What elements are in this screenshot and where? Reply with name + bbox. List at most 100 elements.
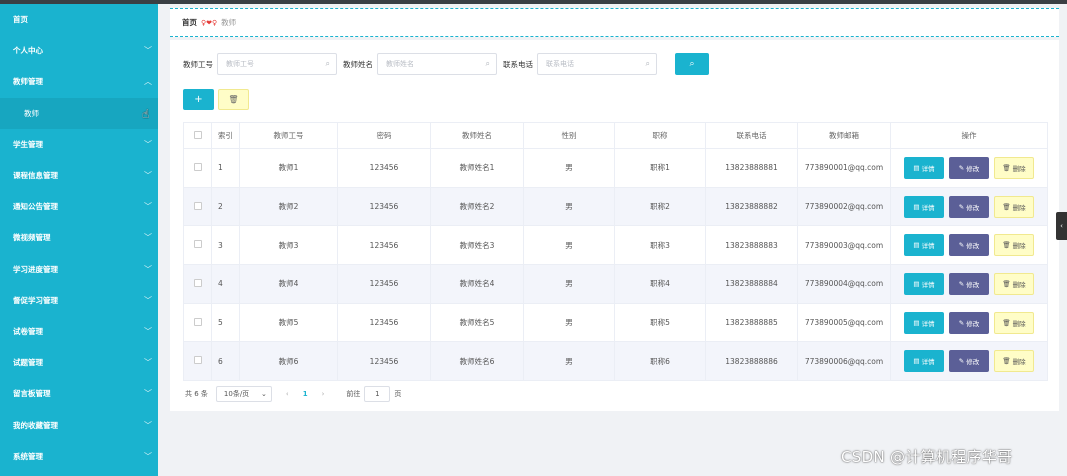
header-teacher-name[interactable]: 教师姓名 bbox=[430, 122, 524, 149]
cell-phone: 13823888885 bbox=[705, 302, 798, 343]
edit-button[interactable]: ✎ 修改 bbox=[949, 350, 989, 373]
delete-label: 删除 bbox=[1012, 164, 1026, 173]
sidebar-item[interactable]: 学习进度管理 ﹀ bbox=[0, 254, 158, 285]
cell-teacher-name: 教师姓名6 bbox=[430, 341, 524, 382]
row-checkbox[interactable] bbox=[193, 201, 202, 210]
edit-label: 修改 bbox=[966, 203, 980, 212]
cell-teacher-name: 教师姓名4 bbox=[430, 264, 524, 304]
sidebar-item[interactable]: 试卷管理 ﹀ bbox=[0, 316, 158, 347]
page-size-select[interactable]: 10条/页 ⌄ bbox=[215, 386, 272, 402]
batch-delete-button[interactable]: 🗑 bbox=[218, 89, 249, 110]
detail-label: 详情 bbox=[921, 203, 935, 212]
delete-button[interactable]: 🗑 删除 bbox=[994, 195, 1034, 218]
pencil-icon: ✎ bbox=[958, 357, 965, 366]
cell-gender: 男 bbox=[523, 186, 615, 227]
header-email[interactable]: 教师邮箱 bbox=[797, 122, 891, 149]
detail-button[interactable]: ▤ 详情 bbox=[904, 234, 944, 257]
row-checkbox[interactable] bbox=[193, 317, 202, 326]
detail-button[interactable]: ▤ 详情 bbox=[904, 195, 944, 218]
cell-password: 123456 bbox=[337, 341, 431, 382]
pencil-icon: ✎ bbox=[958, 202, 965, 211]
sidebar-item[interactable]: 个人中心 ﹀ bbox=[0, 35, 158, 66]
document-icon: ▤ bbox=[913, 241, 920, 250]
table-row[interactable]: 4 教师4 123456 教师姓名4 男职称4 13823888884 773890004@… bbox=[183, 264, 1048, 304]
sidebar-item[interactable]: 通知公告管理 ﹀ bbox=[0, 191, 158, 222]
sidebar-item[interactable]: 首页 bbox=[0, 4, 158, 35]
sidebar-item[interactable]: 学生管理 ﹀ bbox=[0, 129, 158, 160]
trash-icon: 🗑 bbox=[1002, 279, 1011, 288]
search-field-teacher-name: ⌕ bbox=[377, 53, 497, 75]
table-row[interactable]: 6 教师6 123456 教师姓名6 男职称6 13823888886 773890006@… bbox=[183, 341, 1048, 382]
detail-button[interactable]: ▤ 详情 bbox=[904, 272, 944, 295]
search-field-teacher-id: ⌕ bbox=[217, 53, 337, 75]
mouse-cursor-icon: ☝ bbox=[142, 107, 150, 121]
prev-page-icon[interactable]: ‹ bbox=[286, 390, 289, 398]
page-number-current[interactable]: 1 bbox=[303, 390, 308, 398]
sidebar-item-label: 试题管理 bbox=[13, 358, 43, 368]
row-checkbox[interactable] bbox=[193, 278, 202, 287]
delete-button[interactable]: 🗑 删除 bbox=[994, 234, 1034, 257]
detail-button[interactable]: ▤ 详情 bbox=[904, 311, 944, 334]
goto-page-input[interactable]: 1 bbox=[364, 386, 391, 402]
pencil-icon: ✎ bbox=[958, 318, 965, 327]
cell-phone: 13823888883 bbox=[705, 225, 798, 266]
phone-input[interactable] bbox=[538, 54, 656, 74]
row-checkbox[interactable] bbox=[193, 356, 202, 365]
breadcrumb-home[interactable]: 首页 bbox=[182, 17, 197, 28]
sidebar-item[interactable]: 留言板管理 ﹀ bbox=[0, 378, 158, 409]
table-row[interactable]: 5 教师5 123456 教师姓名5 男职称5 13823888885 773890005@… bbox=[183, 302, 1048, 343]
page-suffix: 页 bbox=[394, 390, 402, 398]
edit-button[interactable]: ✎ 修改 bbox=[949, 311, 989, 334]
cell-password: 123456 bbox=[337, 186, 431, 227]
row-actions: ▤ 详情 ✎ 修改 🗑 删除 bbox=[890, 302, 1048, 343]
collapse-tab-icon[interactable]: ‹ bbox=[1056, 212, 1067, 240]
header-gender[interactable]: 性别 bbox=[523, 122, 615, 149]
delete-button[interactable]: 🗑 删除 bbox=[994, 272, 1034, 295]
sidebar-item[interactable]: 我的收藏管理 ﹀ bbox=[0, 409, 158, 440]
table-row[interactable]: 2 教师2 123456 教师姓名2 男职称2 13823888882 773890002@… bbox=[183, 186, 1048, 227]
chevron-down-icon: ﹀ bbox=[144, 171, 152, 181]
delete-button[interactable]: 🗑 删除 bbox=[994, 311, 1034, 334]
edit-button[interactable]: ✎ 修改 bbox=[949, 234, 989, 257]
header-password[interactable]: 密码 bbox=[337, 122, 431, 149]
sidebar-item[interactable]: 微视频管理 ﹀ bbox=[0, 222, 158, 253]
next-page-icon[interactable]: › bbox=[322, 390, 325, 398]
sidebar-item[interactable]: 系统管理 ﹀ bbox=[0, 441, 158, 472]
document-icon: ▤ bbox=[913, 202, 920, 211]
page-size-value: 10条/页 bbox=[223, 390, 250, 398]
row-checkbox[interactable] bbox=[193, 162, 202, 171]
header-teacher-id[interactable]: 教师工号 bbox=[239, 122, 338, 149]
teacher-name-input[interactable] bbox=[378, 54, 496, 74]
pencil-icon: ✎ bbox=[958, 163, 965, 172]
search-button[interactable]: ⌕ bbox=[675, 53, 709, 75]
detail-label: 详情 bbox=[921, 280, 935, 289]
table-row[interactable]: 3 教师3 123456 教师姓名3 男职称3 13823888883 773890003@… bbox=[183, 225, 1048, 266]
row-select-cell bbox=[183, 225, 212, 266]
chevron-down-icon: ﹀ bbox=[144, 202, 152, 212]
sidebar-item[interactable]: 教师管理 ︿ bbox=[0, 66, 158, 97]
sidebar-item[interactable]: 教师 bbox=[0, 97, 158, 129]
header-title[interactable]: 职称 bbox=[614, 122, 706, 149]
teacher-id-input[interactable] bbox=[218, 54, 336, 74]
delete-button[interactable]: 🗑 删除 bbox=[994, 156, 1034, 179]
edit-button[interactable]: ✎ 修改 bbox=[949, 195, 989, 218]
sidebar-item[interactable]: 督促学习管理 ﹀ bbox=[0, 285, 158, 316]
header-phone[interactable]: 联系电话 bbox=[705, 122, 798, 149]
cell-email: 773890005@qq.com bbox=[797, 302, 891, 343]
search-icon: ⌕ bbox=[485, 59, 490, 68]
edit-button[interactable]: ✎ 修改 bbox=[949, 272, 989, 295]
detail-button[interactable]: ▤ 详情 bbox=[904, 156, 944, 179]
delete-button[interactable]: 🗑 删除 bbox=[994, 350, 1034, 373]
row-checkbox[interactable] bbox=[193, 240, 202, 249]
sidebar-item[interactable]: 试题管理 ﹀ bbox=[0, 347, 158, 378]
table-row[interactable]: 1 教师1 123456 教师姓名1 男职称1 13823888881 773890001@… bbox=[183, 148, 1048, 188]
detail-label: 详情 bbox=[921, 242, 935, 251]
cell-password: 123456 bbox=[337, 302, 431, 343]
edit-button[interactable]: ✎ 修改 bbox=[949, 156, 989, 179]
add-button[interactable]: + bbox=[183, 89, 214, 110]
cell-teacher-id: 教师2 bbox=[239, 186, 338, 227]
select-all-checkbox[interactable] bbox=[193, 130, 202, 139]
sidebar-item[interactable]: 课程信息管理 ﹀ bbox=[0, 160, 158, 191]
detail-button[interactable]: ▤ 详情 bbox=[904, 350, 944, 373]
cell-teacher-name: 教师姓名1 bbox=[430, 148, 524, 188]
